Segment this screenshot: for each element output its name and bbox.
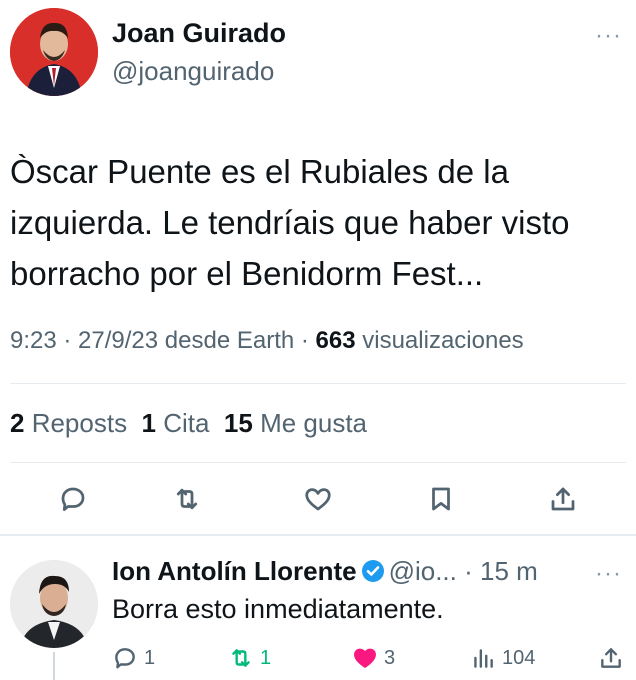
repost-icon[interactable]	[164, 476, 210, 522]
reposts-label[interactable]: Reposts	[24, 408, 141, 438]
engagement-stats: 2 Reposts 1 Cita 15 Me gusta	[10, 408, 367, 439]
tweet-meta: 9:23 · 27/9/23 desde Earth · 663 visuali…	[10, 327, 524, 355]
reply-like-button[interactable]: 3	[352, 645, 395, 671]
likes-label[interactable]: Me gusta	[253, 408, 367, 438]
reply-time[interactable]: · 15 m	[464, 556, 538, 586]
reply-share-button[interactable]	[598, 645, 624, 671]
author-name[interactable]: Joan Guirado	[112, 18, 286, 49]
reply-author-name[interactable]: Ion Antolín Llorente	[112, 556, 357, 586]
reply-views-button[interactable]: 104	[470, 645, 535, 671]
quotes-count[interactable]: 1	[142, 408, 156, 438]
section-separator	[0, 534, 636, 536]
reply-replies-count: 1	[144, 646, 156, 669]
author-avatar[interactable]	[10, 8, 98, 96]
reposts-count[interactable]: 2	[10, 408, 24, 438]
divider	[10, 383, 626, 384]
views-icon	[474, 649, 493, 668]
bookmark-icon[interactable]	[418, 476, 464, 522]
repost-icon	[232, 649, 250, 667]
reply-reposts-count: 1	[260, 646, 272, 669]
share-icon	[601, 648, 621, 668]
like-filled-icon	[354, 648, 376, 668]
likes-count[interactable]: 15	[224, 408, 253, 438]
tweet-timestamp[interactable]: 9:23 · 27/9/23 desde Earth ·	[10, 327, 316, 354]
reply-icon[interactable]	[50, 476, 96, 522]
reply-action-bar: 1 1 3 104	[0, 645, 636, 675]
more-options-icon[interactable]: ···	[595, 22, 622, 50]
share-icon[interactable]	[540, 476, 586, 522]
reply-text: Borra esto inmediatamente.	[112, 594, 444, 624]
reply-icon	[115, 648, 135, 669]
avatar-photo	[10, 8, 98, 96]
quotes-label[interactable]: Cita	[156, 408, 224, 438]
divider	[10, 462, 626, 463]
reply-repost-button[interactable]: 1	[228, 645, 271, 671]
reply-more-options-icon[interactable]: ···	[595, 560, 622, 588]
verified-badge-icon	[361, 560, 384, 582]
tweet-action-bar	[0, 476, 636, 526]
tweet-text: Òscar Puente es el Rubiales de la izquie…	[10, 153, 570, 292]
reply-header: Ion Antolín Llorente @io... · 15 m	[112, 556, 538, 587]
like-icon[interactable]	[295, 476, 341, 522]
reply-author-handle[interactable]: @io...	[389, 556, 457, 586]
views-label: visualizaciones	[355, 327, 524, 354]
views-count: 663	[315, 327, 356, 354]
reply-views-count: 104	[502, 646, 536, 669]
reply-avatar-photo	[10, 560, 98, 648]
reply-author-avatar[interactable]	[10, 560, 98, 648]
reply-likes-count: 3	[384, 646, 396, 669]
author-handle[interactable]: @joanguirado	[112, 56, 274, 87]
reply-reply-button[interactable]: 1	[112, 645, 155, 671]
